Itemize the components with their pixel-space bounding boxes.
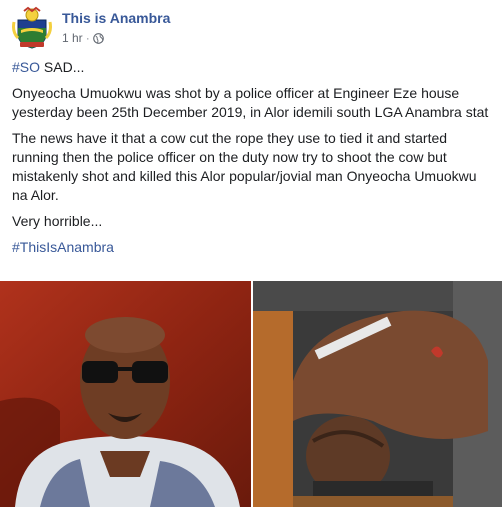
page-name-link[interactable]: This is Anambra: [62, 10, 170, 26]
hashtag-thisisanambra[interactable]: #ThisIsAnambra: [12, 239, 114, 255]
facebook-post: This is Anambra 1 hr · #SO SAD... Onyeoc…: [0, 0, 502, 507]
globe-icon[interactable]: [92, 32, 104, 44]
photo-portrait[interactable]: [0, 281, 251, 507]
post-hashtag-footer: #ThisIsAnambra: [12, 238, 494, 257]
post-header: This is Anambra 1 hr ·: [12, 6, 492, 52]
post-paragraph-2: The news have it that a cow cut the rope…: [12, 130, 477, 203]
post-meta: 1 hr ·: [62, 31, 104, 45]
post-timestamp[interactable]: 1 hr: [62, 31, 83, 45]
lead-text: SAD...: [40, 59, 85, 75]
post-photos: [0, 281, 502, 507]
post-paragraph-1: Onyeocha Umuokwu was shot by a police of…: [12, 85, 489, 120]
anambra-crest-icon[interactable]: [12, 6, 52, 50]
post-text: #SO SAD... Onyeocha Umuokwu was shot by …: [12, 58, 494, 264]
photo-victim[interactable]: [253, 281, 502, 507]
post-lead: #SO SAD...: [12, 58, 494, 77]
hashtag-so[interactable]: #SO: [12, 59, 40, 75]
meta-separator: ·: [85, 31, 90, 45]
post-paragraph-3: Very horrible...: [12, 213, 103, 229]
